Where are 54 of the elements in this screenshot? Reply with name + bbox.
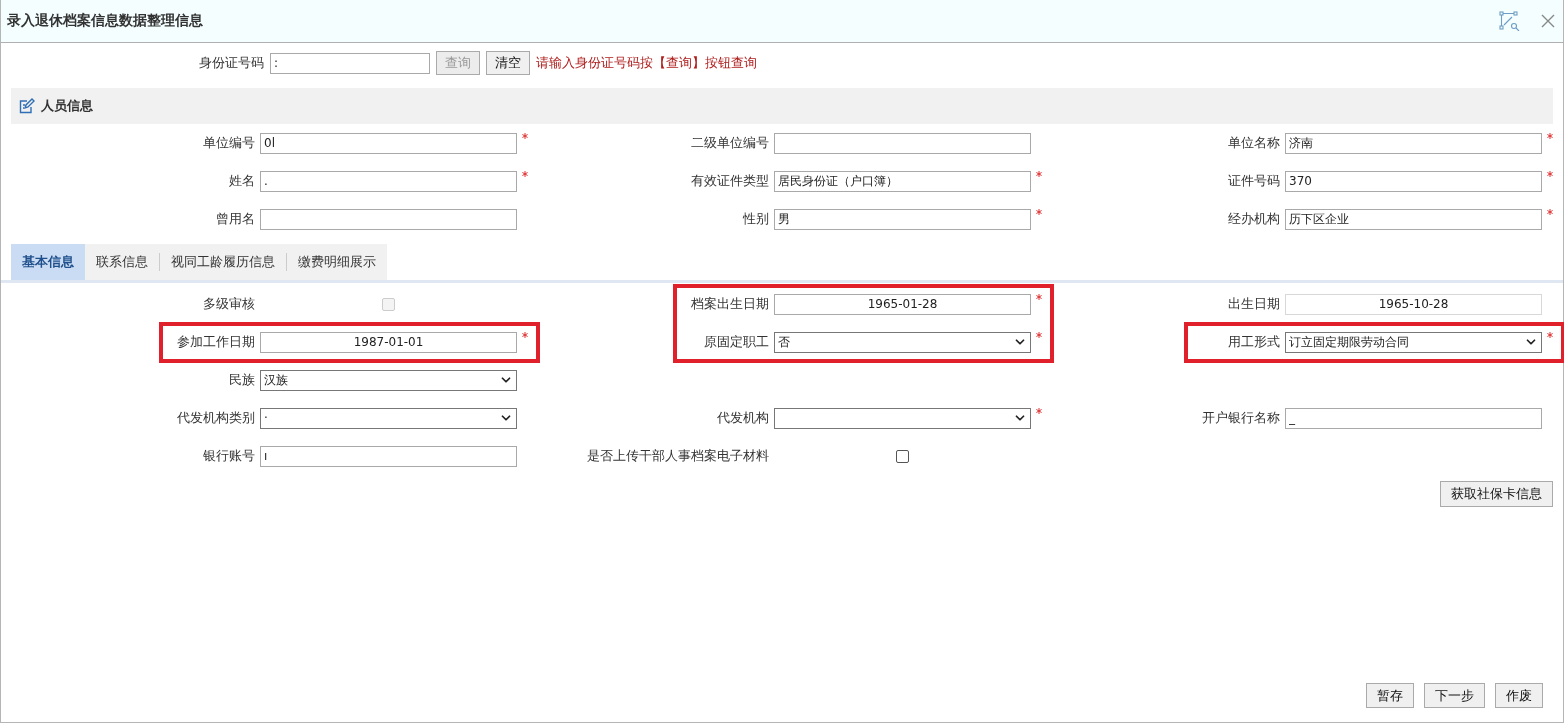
- dropdown-field[interactable]: ·: [260, 407, 517, 429]
- field-label: 单位名称: [1228, 134, 1280, 152]
- field-label: 多级审核: [203, 295, 255, 313]
- field-label: 经办机构: [1228, 210, 1280, 228]
- field-label: 是否上传干部人事档案电子材料: [587, 447, 769, 465]
- field-label: 单位编号: [203, 134, 255, 152]
- close-icon[interactable]: [1541, 14, 1555, 28]
- text-field[interactable]: 0l: [260, 132, 517, 154]
- field-label: 出生日期: [1228, 295, 1280, 313]
- field-label: 证件号码: [1228, 172, 1280, 190]
- field-label: 曾用名: [216, 210, 255, 228]
- field-label: 原固定职工: [703, 333, 769, 351]
- tab[interactable]: 基本信息: [11, 244, 85, 280]
- text-field[interactable]: 济南: [1285, 132, 1542, 154]
- section-title: 人员信息: [41, 97, 93, 115]
- dropdown-field[interactable]: 否: [774, 331, 1031, 353]
- field-label: 姓名: [229, 172, 255, 190]
- id-number-field[interactable]: :: [270, 52, 430, 74]
- field-label: 参加工作日期: [176, 333, 255, 351]
- field-label: 开户银行名称: [1202, 409, 1280, 427]
- text-field[interactable]: 1987-01-01: [260, 331, 517, 353]
- dropdown-field[interactable]: 订立固定期限劳动合同: [1285, 331, 1542, 353]
- card-info-button[interactable]: 获取社保卡信息: [1440, 481, 1553, 507]
- query-button[interactable]: 清空: [486, 51, 530, 75]
- field-label: 有效证件类型: [691, 172, 769, 190]
- field-label: 民族: [229, 371, 255, 389]
- dropdown-field[interactable]: 汉族: [260, 369, 517, 391]
- text-field[interactable]: .: [260, 170, 517, 192]
- text-field[interactable]: _: [1285, 407, 1542, 429]
- field-label: 二级单位编号: [691, 134, 769, 152]
- text-field[interactable]: [774, 132, 1031, 154]
- text-field[interactable]: 1965-01-28: [774, 293, 1031, 315]
- text-field[interactable]: 历下区企业: [1285, 208, 1542, 230]
- dropdown-field[interactable]: [774, 407, 1031, 429]
- text-field[interactable]: 居民身份证（户口簿）: [774, 170, 1031, 192]
- edit-icon: [19, 98, 35, 114]
- footer-button[interactable]: 下一步: [1424, 683, 1485, 708]
- checkbox[interactable]: [896, 449, 909, 463]
- field-label: 代发机构类别: [177, 409, 255, 427]
- field-label: 代发机构: [717, 409, 769, 427]
- field-label: 用工形式: [1227, 333, 1280, 351]
- footer-button[interactable]: 暂存: [1366, 683, 1414, 708]
- text-field[interactable]: ı: [260, 445, 517, 467]
- field-label: 档案出生日期: [690, 295, 769, 313]
- text-field[interactable]: [260, 208, 517, 230]
- field-label: 身份证号码: [199, 54, 264, 72]
- window-title: 录入退休档案信息数据整理信息: [7, 12, 204, 30]
- text-field[interactable]: 男: [774, 208, 1031, 230]
- footer-button[interactable]: 作废: [1495, 683, 1543, 708]
- hint-text: 请输入身份证号码按【查询】按钮查询: [536, 54, 757, 72]
- text-field[interactable]: 370: [1285, 170, 1542, 192]
- field-label: 银行账号: [203, 447, 255, 465]
- field-label: 性别: [743, 210, 769, 228]
- fit-icon[interactable]: [1499, 11, 1521, 31]
